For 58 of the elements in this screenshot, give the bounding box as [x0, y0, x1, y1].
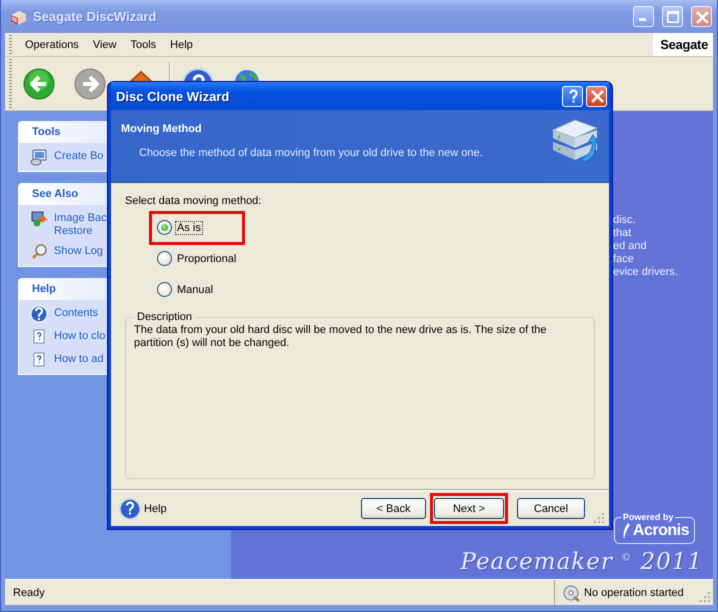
- prompt-text: Select data moving method:: [125, 195, 262, 207]
- menu-item[interactable]: Operations: [18, 36, 86, 52]
- header-title: Moving Method: [121, 123, 202, 135]
- size-grip-icon: [699, 590, 711, 602]
- help-link[interactable]: Help: [119, 498, 167, 520]
- menu-item[interactable]: Help: [163, 36, 200, 52]
- badge-caption: Powered by: [622, 512, 674, 522]
- arrows-icon: [30, 210, 48, 228]
- wizard-button[interactable]: < Back: [361, 498, 426, 519]
- body-text-line: evice drivers.: [613, 266, 678, 279]
- help-icon: [30, 305, 48, 323]
- wizard-button[interactable]: Next >: [434, 498, 504, 519]
- badge-logo: Acronis: [632, 522, 689, 540]
- body-text-line: disc.: [613, 214, 636, 227]
- radio-label[interactable]: Manual: [175, 282, 216, 296]
- brand-logo: Seagate: [653, 33, 713, 56]
- help-icon: [119, 498, 141, 520]
- radio-button[interactable]: [157, 251, 172, 266]
- group-title: Description: [136, 311, 194, 323]
- body-text-line: face: [613, 253, 634, 266]
- task-link[interactable]: Image Bac Restore: [30, 210, 107, 238]
- body-text-line: ed and: [613, 240, 647, 253]
- status-text: Ready: [13, 586, 45, 598]
- radio-label[interactable]: Proportional: [175, 252, 238, 266]
- task-link[interactable]: How to ad: [30, 351, 104, 369]
- signature-text: Peacemaker $^{©}$ 2011: [460, 549, 703, 575]
- dialog-title: Disc Clone Wizard: [116, 88, 230, 104]
- magnifier-icon: [30, 243, 48, 261]
- window-title: Seagate DiscWizard: [33, 9, 158, 24]
- task-link[interactable]: Show Log: [30, 243, 103, 261]
- description-text: The data from your old hard disc will be moved to the new drive as is. The size of the partition (s) will not be changed.: [134, 324, 548, 350]
- panel-title: See Also: [32, 188, 78, 200]
- panel-title: Tools: [32, 126, 61, 138]
- maximize-icon: [666, 10, 678, 22]
- header-subtitle: Choose the method of data moving from your old drive to the new one.: [139, 147, 483, 159]
- forward-button[interactable]: [73, 68, 107, 100]
- close-button[interactable]: [691, 6, 712, 27]
- radio-label[interactable]: As is: [175, 220, 203, 234]
- back-button[interactable]: [22, 68, 56, 100]
- wizard-button[interactable]: Cancel: [517, 498, 585, 519]
- disc-icon: [563, 584, 581, 602]
- radio-button[interactable]: [157, 220, 172, 235]
- menu-item[interactable]: View: [86, 36, 124, 52]
- task-link[interactable]: Create Bo: [30, 148, 104, 166]
- minimize-icon: [639, 18, 646, 21]
- status-text: No operation started: [584, 586, 684, 598]
- panel-title: Help: [32, 283, 56, 295]
- body-text-line: that: [613, 227, 632, 240]
- monitor-icon: [30, 148, 48, 166]
- minimize-button[interactable]: [633, 6, 654, 27]
- task-link[interactable]: How to clo: [30, 328, 106, 346]
- size-grip-icon: [593, 512, 605, 524]
- maximize-button[interactable]: [662, 6, 683, 27]
- help-button[interactable]: [562, 86, 583, 106]
- swoosh-icon: [620, 522, 631, 540]
- menu-item[interactable]: Tools: [123, 36, 164, 52]
- task-link[interactable]: Contents: [30, 305, 98, 323]
- radio-button[interactable]: [157, 282, 172, 297]
